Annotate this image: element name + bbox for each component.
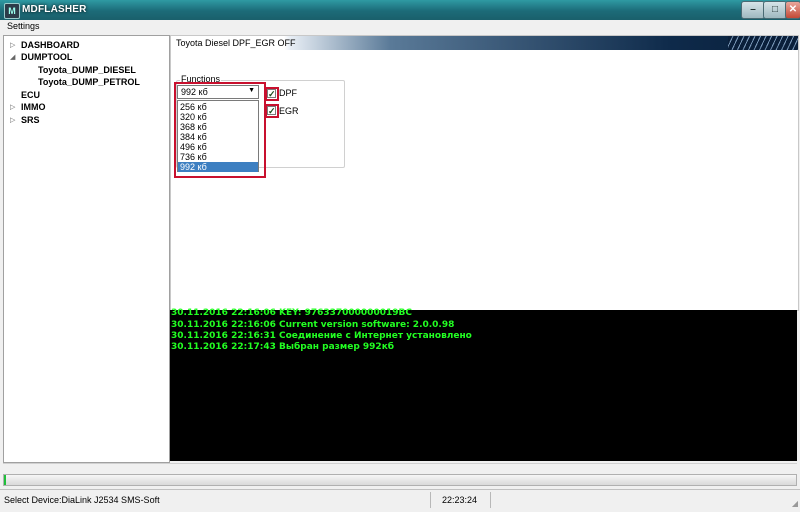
tree-item-dashboard[interactable]: DASHBOARD — [21, 40, 80, 50]
size-option[interactable]: 320 кб — [178, 112, 258, 122]
maximize-button[interactable]: □ — [763, 1, 787, 19]
app-icon: M — [4, 3, 20, 19]
resize-grip-icon[interactable]: ◢ — [792, 499, 798, 508]
size-option[interactable]: 736 кб — [178, 152, 258, 162]
log-line: 30.11.2016 22:16:06 Current version soft… — [171, 320, 455, 330]
status-time: 22:23:24 — [442, 495, 478, 505]
minimize-button[interactable]: – — [741, 1, 765, 19]
log-line: 30.11.2016 22:17:43 Выбран размер 992кб — [171, 342, 395, 352]
size-option[interactable]: 368 кб — [178, 122, 258, 132]
expand-arrow-icon[interactable]: ▷ — [10, 103, 15, 111]
size-option-selected[interactable]: 992 кб — [178, 162, 258, 172]
menu-settings[interactable]: Settings — [7, 21, 40, 31]
tree-item-toyota-dump-petrol[interactable]: Toyota_DUMP_PETROL — [38, 77, 140, 87]
progress-fill — [4, 475, 7, 485]
navigation-tree[interactable]: ▷ DASHBOARD ◢ DUMPTOOL Toyota_DUMP_DIESE… — [3, 35, 170, 463]
header-stripes — [728, 36, 798, 50]
egr-label: EGR — [279, 106, 299, 116]
close-button[interactable]: ✕ — [785, 1, 800, 19]
status-separator — [430, 492, 431, 508]
log-line: 30.11.2016 22:16:06 KEY: 976337000000019… — [171, 308, 412, 318]
progress-bar — [3, 474, 797, 486]
collapse-arrow-icon[interactable]: ◢ — [10, 53, 15, 61]
size-options-list[interactable]: 256 кб 320 кб 368 кб 384 кб 496 кб 736 к… — [177, 100, 259, 172]
status-bar: Select Device:DiaLink J2534 SMS-Soft 22:… — [0, 489, 800, 510]
size-option[interactable]: 496 кб — [178, 142, 258, 152]
function-panel: Toyota Diesel DPF_EGR OFF Functions 992 … — [170, 35, 799, 311]
size-select-value: 992 кб — [181, 87, 208, 97]
dropdown-arrow-icon[interactable]: ▼ — [248, 87, 255, 94]
expand-arrow-icon[interactable]: ▷ — [10, 41, 15, 49]
dpf-label: DPF — [279, 88, 297, 98]
log-console[interactable]: 30.11.2016 22:16:06 KEY: 976337000000019… — [170, 308, 797, 461]
egr-checkbox[interactable]: ✓ — [267, 106, 276, 116]
status-separator — [490, 492, 491, 508]
menu-bar: Settings — [0, 20, 800, 34]
size-option[interactable]: 384 кб — [178, 132, 258, 142]
tree-item-toyota-dump-diesel[interactable]: Toyota_DUMP_DIESEL — [38, 65, 136, 75]
title-bar: M MDFLASHER – □ ✕ — [0, 0, 800, 21]
device-status: Select Device:DiaLink J2534 SMS-Soft — [4, 495, 160, 505]
window-title: MDFLASHER — [22, 4, 87, 15]
dpf-checkbox[interactable]: ✓ — [267, 89, 276, 99]
tree-item-srs[interactable]: SRS — [21, 115, 40, 125]
size-select[interactable]: 992 кб ▼ — [177, 85, 259, 99]
tab-header: Toyota Diesel DPF_EGR OFF — [171, 36, 798, 50]
tab-toyota-diesel-dpf-egr[interactable]: Toyota Diesel DPF_EGR OFF — [176, 38, 296, 48]
size-option[interactable]: 256 кб — [178, 102, 258, 112]
log-line: 30.11.2016 22:16:31 Соединение с Интерне… — [171, 331, 472, 341]
tree-item-ecu[interactable]: ECU — [21, 90, 40, 100]
expand-arrow-icon[interactable]: ▷ — [10, 116, 15, 124]
tree-item-immo[interactable]: IMMO — [21, 102, 46, 112]
tree-item-dumptool[interactable]: DUMPTOOL — [21, 52, 72, 62]
